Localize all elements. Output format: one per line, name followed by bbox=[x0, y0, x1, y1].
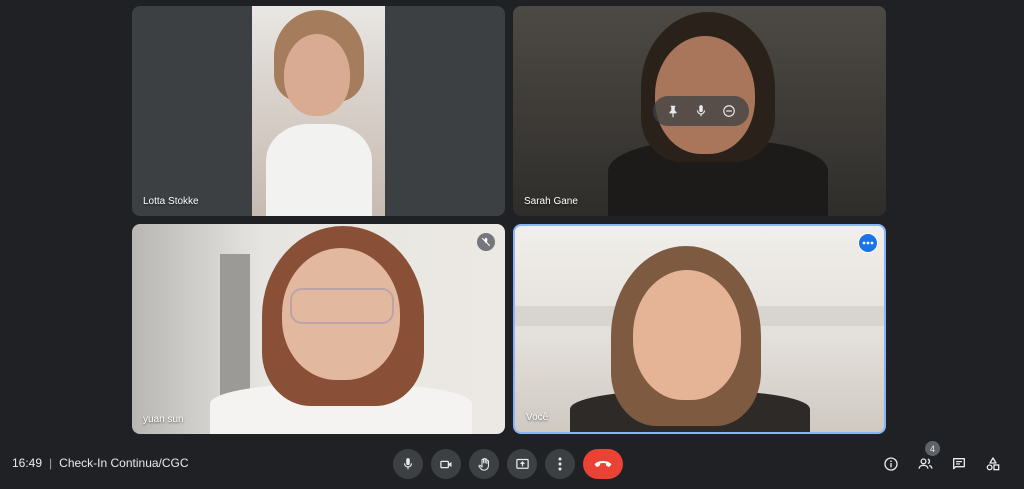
tile-hover-controls bbox=[653, 96, 749, 126]
present-screen-button[interactable] bbox=[507, 449, 537, 479]
call-controls bbox=[393, 449, 623, 479]
mic-icon[interactable] bbox=[690, 100, 712, 122]
separator: | bbox=[49, 456, 53, 470]
camera-icon bbox=[439, 457, 454, 472]
activities-button[interactable] bbox=[980, 449, 1006, 479]
people-count-badge: 4 bbox=[925, 441, 940, 456]
participant-tile-2[interactable]: Sarah Gane bbox=[513, 6, 886, 216]
end-call-button[interactable] bbox=[583, 449, 623, 479]
more-vert-icon bbox=[558, 457, 562, 471]
camera-button[interactable] bbox=[431, 449, 461, 479]
participant-tile-self[interactable]: Você bbox=[513, 224, 886, 434]
mic-button[interactable] bbox=[393, 449, 423, 479]
raise-hand-button[interactable] bbox=[469, 449, 499, 479]
participant-name: yuan sun bbox=[143, 414, 184, 425]
participant-name: Sarah Gane bbox=[524, 196, 578, 207]
meeting-details-button[interactable] bbox=[878, 449, 904, 479]
chat-icon bbox=[951, 456, 967, 472]
meeting-time: 16:49 bbox=[12, 456, 43, 470]
meeting-title[interactable]: Check-In Continua/CGC bbox=[59, 456, 188, 470]
muted-icon bbox=[477, 233, 495, 251]
meeting-info: 16:49 | Check-In Continua/CGC bbox=[12, 456, 189, 470]
participant-tile-1[interactable]: Lotta Stokke bbox=[132, 6, 505, 216]
participant-video bbox=[515, 226, 884, 432]
pin-icon[interactable] bbox=[662, 100, 684, 122]
more-options-button[interactable] bbox=[545, 449, 575, 479]
people-button[interactable]: 4 bbox=[912, 441, 940, 479]
people-icon bbox=[917, 456, 934, 472]
bottom-bar: 16:49 | Check-In Continua/CGC 4 bbox=[0, 440, 1024, 489]
participant-tile-3[interactable]: yuan sun bbox=[132, 224, 505, 434]
end-call-icon bbox=[594, 459, 612, 469]
remove-icon[interactable] bbox=[718, 100, 740, 122]
chat-button[interactable] bbox=[946, 449, 972, 479]
raise-hand-icon bbox=[477, 457, 492, 472]
participant-name: Lotta Stokke bbox=[143, 196, 199, 207]
activities-icon bbox=[985, 456, 1001, 472]
mic-icon bbox=[401, 457, 415, 471]
participant-video bbox=[252, 6, 385, 216]
more-options-icon[interactable] bbox=[858, 233, 878, 253]
info-icon bbox=[883, 456, 899, 472]
participant-name: Você bbox=[526, 412, 549, 423]
side-controls: 4 bbox=[878, 441, 1006, 479]
participant-video bbox=[132, 224, 505, 434]
present-screen-icon bbox=[515, 457, 530, 472]
